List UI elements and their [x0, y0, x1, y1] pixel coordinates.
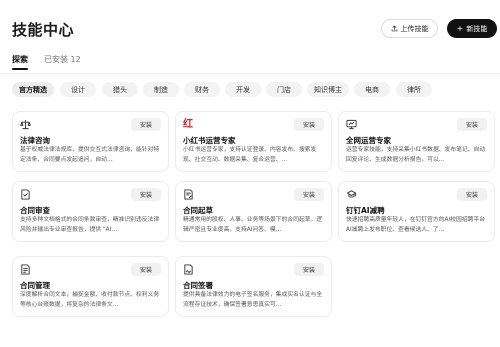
upload-icon	[391, 25, 397, 32]
tab-explore[interactable]: 探索	[12, 54, 28, 70]
category-chip-law-firm[interactable]: 律所	[396, 82, 432, 97]
skill-card-legal-consult[interactable]: 安装 法律咨询 基于权威法律法规库，提供交互式法律咨询，能针对特定法条、合同要点…	[12, 111, 169, 172]
install-button[interactable]: 安装	[131, 188, 161, 201]
header: 技能中心 上传技能 + 新技能	[0, 0, 500, 50]
skill-description: 运营专家技能，支持采集小红书数据、发布笔记、自动回复评论、生成数据分析报告，可以…	[346, 147, 486, 163]
contract-draft-icon	[184, 189, 193, 200]
recruit-icon	[346, 190, 357, 198]
skill-card-contract-review[interactable]: 安装 合同审查 支持多种文档格式的合同条款审查，精准识别违反法律风险并输出专业审…	[12, 181, 169, 242]
install-button[interactable]: 安装	[131, 263, 161, 276]
install-button[interactable]: 安装	[294, 188, 324, 201]
skill-card-omni-ops[interactable]: 安装 全网运营专家 运营专家技能，支持采集小红书数据、发布笔记、自动回复评论、生…	[338, 111, 495, 172]
skill-name: 全网运营专家	[346, 136, 391, 145]
install-button[interactable]: 安装	[457, 188, 487, 201]
skill-card-xiaohongshu[interactable]: 红 安装 小红书运营专家 小红书运营专家，支持认证登录、内容发布、搜索发现、社交…	[175, 111, 332, 172]
category-chip-store[interactable]: 门店	[266, 82, 302, 97]
scale-icon	[20, 119, 31, 130]
sign-icon	[184, 264, 193, 275]
upload-skill-button[interactable]: 上传技能	[381, 19, 438, 38]
plus-icon: +	[456, 23, 464, 33]
skill-name: 合同管理	[20, 281, 50, 290]
category-chip-official[interactable]: 官方精选	[12, 82, 54, 97]
skill-description: 小红书运营专家，支持认证登录、内容发布、搜索发现、社交互动、数据采集、复合运营、…	[183, 147, 317, 163]
category-chip-development[interactable]: 开发	[225, 82, 261, 97]
skill-card-contract-draft[interactable]: 安装 合同起草 精通常用的股权、人事、业务等场景下的合同起草，逻辑严密且专业度高…	[175, 181, 332, 242]
install-button[interactable]: 安装	[131, 118, 161, 131]
install-button[interactable]: 安装	[294, 263, 324, 276]
divider	[0, 73, 500, 74]
contract-check-icon	[21, 189, 30, 200]
skill-name: 合同签署	[183, 281, 213, 290]
new-skill-label: 新技能	[466, 24, 488, 33]
skill-description: 基于权威法律法规库，提供交互式法律咨询，能针对特定法条、合同要点发起追问，自动…	[20, 147, 160, 163]
category-chip-manufacturing[interactable]: 制造	[143, 82, 179, 97]
category-chip-finance[interactable]: 财务	[184, 82, 220, 97]
skill-description: 提供具备法律效力的电子签名服务，集成实名认证与全流程存证技术，确保签署意思真实可…	[183, 292, 323, 308]
xiaohongshu-logo: 红	[183, 119, 193, 130]
category-chip-ecommerce[interactable]: 电商	[354, 82, 390, 97]
category-chip-knowledge-blogger[interactable]: 知识博主	[307, 82, 349, 97]
skill-name: 法律咨询	[20, 136, 50, 145]
upload-skill-label: 上传技能	[400, 24, 429, 33]
monitor-icon	[346, 119, 357, 130]
skill-card-contract-sign[interactable]: 安装 合同签署 提供具备法律效力的电子签名服务，集成实名认证与全流程存证技术，确…	[175, 256, 332, 317]
skill-card-dingtalk-recruit[interactable]: 安装 钉钉AI减聘 快速招聘高质量年轻人，在钉钉官方的AI校园招聘平台AI减聘上…	[338, 181, 495, 242]
skill-name: 合同审查	[20, 206, 50, 215]
skill-name: 小红书运营专家	[183, 136, 236, 145]
skill-name: 合同起草	[183, 206, 213, 215]
category-chip-headhunter[interactable]: 猎头	[102, 82, 138, 97]
skill-card-contract-manage[interactable]: 安装 合同管理 深度解析合同文本，捕捉金额、收付款节点、权利义务等核心台账数据，…	[12, 256, 169, 317]
skill-description: 支持多种文档格式的合同条款审查，精准识别违反法律风险并输出专业审查报告，提供 "…	[20, 217, 160, 233]
contract-manage-icon	[21, 264, 30, 275]
skill-description: 精通常用的股权、人事、业务等场景下的合同起草，逻辑严密且专业度高。支持AI问答、…	[183, 217, 323, 233]
skill-description: 快速招聘高质量年轻人，在钉钉官方的AI校园招聘平台AI减聘上发布职位、查看候选人…	[346, 217, 486, 233]
skill-name: 钉钉AI减聘	[346, 206, 385, 215]
new-skill-button[interactable]: + 新技能	[447, 19, 497, 38]
tab-installed[interactable]: 已安装 12	[44, 54, 81, 65]
page-title: 技能中心	[12, 21, 75, 39]
install-button[interactable]: 安装	[457, 118, 487, 131]
category-chip-design[interactable]: 设计	[60, 82, 96, 97]
skill-description: 深度解析合同文本，捕捉金额、收付款节点、权利义务等核心台账数据，将复杂的法律条文…	[20, 292, 160, 308]
install-button[interactable]: 安装	[294, 118, 324, 131]
